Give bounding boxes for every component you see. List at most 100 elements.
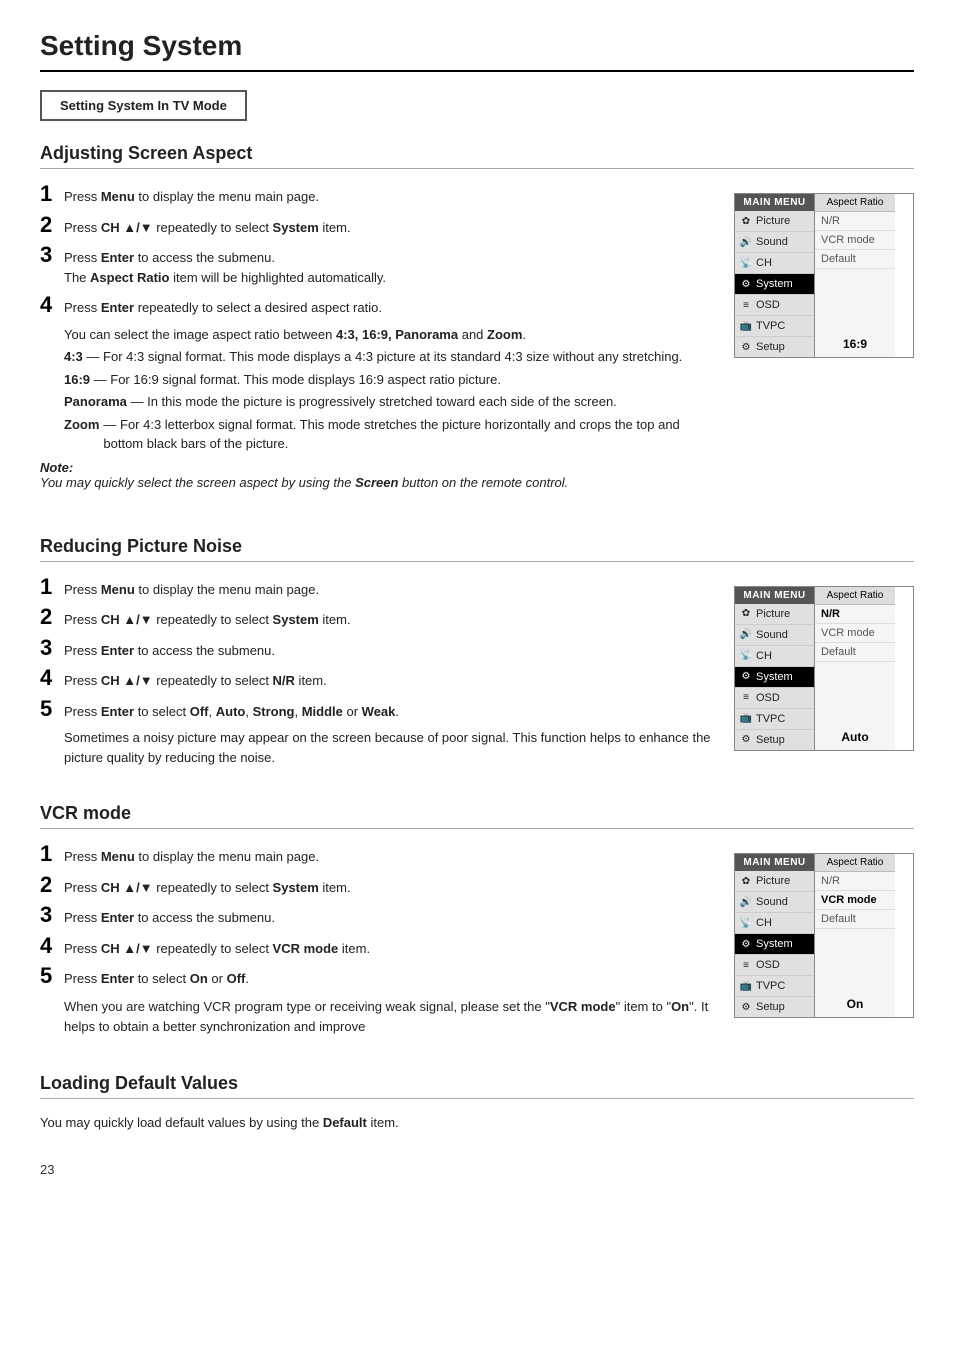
system-icon-3: ⚙ — [739, 937, 753, 951]
menu-item-picture-2: ✿Picture — [735, 604, 814, 625]
menu-col-left-2: MAIN MENU ✿Picture 🔊Sound 📡CH ⚙System ≡O… — [735, 587, 815, 750]
submenu-nr-1: N/R — [815, 212, 895, 231]
submenu-nr-3: N/R — [815, 872, 895, 891]
submenu-vcrmode-2: VCR mode — [815, 624, 895, 643]
menu-item-osd-3: ≡OSD — [735, 955, 814, 976]
osd-icon-1: ≡ — [739, 298, 753, 312]
sound-icon-1: 🔊 — [739, 235, 753, 249]
menu-item-tvpc-2: 📺TVPC — [735, 709, 814, 730]
setup-icon-1: ⚙ — [739, 340, 753, 354]
menu-item-osd-2: ≡OSD — [735, 688, 814, 709]
step-2-5: 5 Press Enter to select Off, Auto, Stron… — [40, 698, 714, 722]
menu-item-setup-3: ⚙Setup — [735, 997, 814, 1017]
menu-header-1: MAIN MENU — [735, 194, 814, 211]
submenu-default-1: Default — [815, 250, 895, 269]
step-1-3: 3 Press Enter to access the submenu. The… — [40, 244, 714, 287]
page-title: Setting System — [40, 30, 914, 72]
section-2-instructions: 1 Press Menu to display the menu main pa… — [40, 576, 714, 774]
picture-icon-2: ✿ — [739, 607, 753, 621]
step-1-2: 2 Press CH ▲/▼ repeatedly to select Syst… — [40, 214, 714, 238]
section-title-4: Loading Default Values — [40, 1073, 914, 1099]
section-2-sub-info: Sometimes a noisy picture may appear on … — [64, 728, 714, 767]
menu-col-left-3: MAIN MENU ✿Picture 🔊Sound 📡CH ⚙System ≡O… — [735, 854, 815, 1017]
step-3-5: 5 Press Enter to select On or Off. — [40, 965, 714, 989]
submenu-vcrmode-1: VCR mode — [815, 231, 895, 250]
step-2-3: 3 Press Enter to access the submenu. — [40, 637, 714, 661]
menu-item-ch-3: 📡CH — [735, 913, 814, 934]
step-3-1: 1 Press Menu to display the menu main pa… — [40, 843, 714, 867]
menu-item-sound-2: 🔊Sound — [735, 625, 814, 646]
section-title-3: VCR mode — [40, 803, 914, 829]
menu-diagram-3: MAIN MENU ✿Picture 🔊Sound 📡CH ⚙System ≡O… — [734, 853, 914, 1018]
submenu-header-3: Aspect Ratio — [815, 854, 895, 872]
menu-col-right-2: Aspect Ratio N/R VCR mode Default Auto — [815, 587, 895, 750]
setup-icon-3: ⚙ — [739, 1000, 753, 1014]
tvpc-icon-2: 📺 — [739, 712, 753, 726]
menu-item-picture-1: ✿Picture — [735, 211, 814, 232]
section-adjusting-screen-aspect: Adjusting Screen Aspect 1 Press Menu to … — [40, 143, 914, 506]
ch-icon-1: 📡 — [739, 256, 753, 270]
step-3-4: 4 Press CH ▲/▼ repeatedly to select VCR … — [40, 935, 714, 959]
menu-item-system-1: ⚙System — [735, 274, 814, 295]
picture-icon-1: ✿ — [739, 214, 753, 228]
submenu-default-3: Default — [815, 910, 895, 929]
section-2-content: 1 Press Menu to display the menu main pa… — [40, 576, 914, 774]
section-1-content: 1 Press Menu to display the menu main pa… — [40, 183, 914, 506]
section-title-1: Adjusting Screen Aspect — [40, 143, 914, 169]
section-3-sub-info: When you are watching VCR program type o… — [64, 997, 714, 1037]
osd-icon-2: ≡ — [739, 691, 753, 705]
step-2-4: 4 Press CH ▲/▼ repeatedly to select N/R … — [40, 667, 714, 691]
menu-item-tvpc-3: 📺TVPC — [735, 976, 814, 997]
step-1-4: 4 Press Enter repeatedly to select a des… — [40, 294, 714, 318]
osd-icon-3: ≡ — [739, 958, 753, 972]
setup-icon-2: ⚙ — [739, 733, 753, 747]
menu-diagram-2: MAIN MENU ✿Picture 🔊Sound 📡CH ⚙System ≡O… — [734, 586, 914, 751]
submenu-value-2: Auto — [815, 724, 895, 750]
menu-col-right-1: Aspect Ratio N/R VCR mode Default 16:9 — [815, 194, 895, 357]
submenu-nr-2: N/R — [815, 605, 895, 624]
sound-icon-2: 🔊 — [739, 628, 753, 642]
tvpc-icon-3: 📺 — [739, 979, 753, 993]
submenu-value-3: On — [815, 991, 895, 1017]
menu-item-system-2: ⚙System — [735, 667, 814, 688]
submenu-header-2: Aspect Ratio — [815, 587, 895, 605]
tvpc-icon-1: 📺 — [739, 319, 753, 333]
submenu-default-2: Default — [815, 643, 895, 662]
step-2-1: 1 Press Menu to display the menu main pa… — [40, 576, 714, 600]
tv-mode-box: Setting System In TV Mode — [40, 90, 247, 121]
section-vcr-mode: VCR mode 1 Press Menu to display the men… — [40, 803, 914, 1043]
section-title-2: Reducing Picture Noise — [40, 536, 914, 562]
menu-item-ch-2: 📡CH — [735, 646, 814, 667]
menu-col-right-3: Aspect Ratio N/R VCR mode Default On — [815, 854, 895, 1017]
section-loading-default: Loading Default Values You may quickly l… — [40, 1073, 914, 1133]
menu-header-3: MAIN MENU — [735, 854, 814, 871]
sound-icon-3: 🔊 — [739, 895, 753, 909]
submenu-header-1: Aspect Ratio — [815, 194, 895, 212]
submenu-value-1: 16:9 — [815, 331, 895, 357]
steps-list-1: 1 Press Menu to display the menu main pa… — [40, 183, 714, 318]
steps-list-2: 1 Press Menu to display the menu main pa… — [40, 576, 714, 722]
system-icon-2: ⚙ — [739, 670, 753, 684]
section-reducing-picture-noise: Reducing Picture Noise 1 Press Menu to d… — [40, 536, 914, 774]
system-icon-1: ⚙ — [739, 277, 753, 291]
menu-item-picture-3: ✿Picture — [735, 871, 814, 892]
ch-icon-3: 📡 — [739, 916, 753, 930]
menu-col-left-1: MAIN MENU ✿Picture 🔊Sound 📡CH ⚙System ≡O… — [735, 194, 815, 357]
step-2-2: 2 Press CH ▲/▼ repeatedly to select Syst… — [40, 606, 714, 630]
menu-item-setup-1: ⚙Setup — [735, 337, 814, 357]
section-1-instructions: 1 Press Menu to display the menu main pa… — [40, 183, 714, 506]
menu-item-sound-3: 🔊Sound — [735, 892, 814, 913]
steps-list-3: 1 Press Menu to display the menu main pa… — [40, 843, 714, 989]
menu-item-system-3: ⚙System — [735, 934, 814, 955]
step-3-2: 2 Press CH ▲/▼ repeatedly to select Syst… — [40, 874, 714, 898]
menu-item-ch-1: 📡CH — [735, 253, 814, 274]
menu-item-sound-1: 🔊Sound — [735, 232, 814, 253]
picture-icon-3: ✿ — [739, 874, 753, 888]
step-3-3: 3 Press Enter to access the submenu. — [40, 904, 714, 928]
step-1-1: 1 Press Menu to display the menu main pa… — [40, 183, 714, 207]
menu-item-setup-2: ⚙Setup — [735, 730, 814, 750]
page-number: 23 — [40, 1162, 914, 1177]
section-1-sub-info: You can select the image aspect ratio be… — [64, 325, 714, 454]
section-4-text: You may quickly load default values by u… — [40, 1113, 914, 1133]
menu-diagram-1: MAIN MENU ✿Picture 🔊Sound 📡CH ⚙System ≡O… — [734, 193, 914, 358]
